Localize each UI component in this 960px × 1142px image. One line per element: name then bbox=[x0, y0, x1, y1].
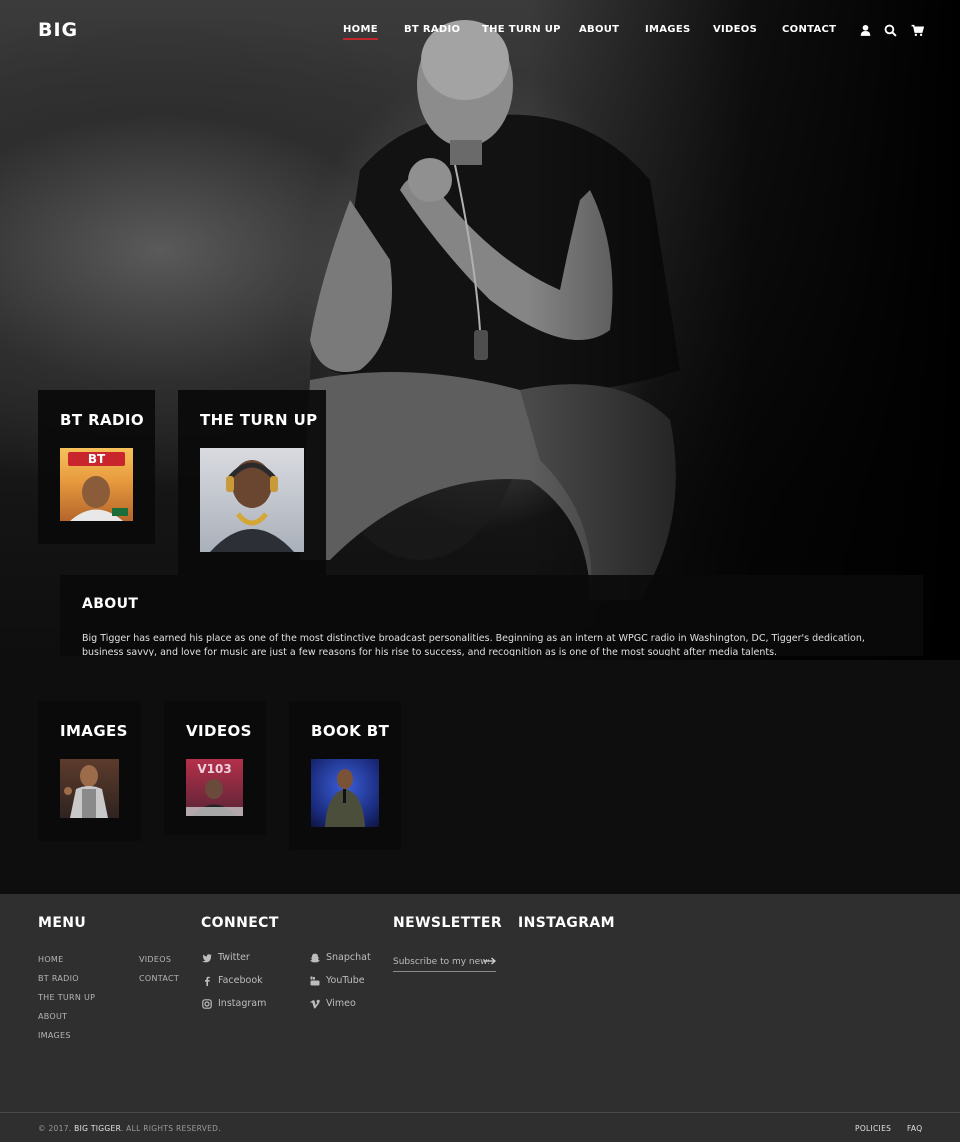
footer-link-home[interactable]: HOME bbox=[38, 955, 63, 964]
book-bt-card[interactable]: BOOK BT bbox=[289, 701, 401, 850]
about-title: ABOUT bbox=[82, 596, 139, 612]
snapchat-icon bbox=[310, 953, 320, 962]
nav-item-contact[interactable]: CONTACT bbox=[782, 24, 836, 35]
nav-item-bt-radio[interactable]: BT RADIO bbox=[404, 24, 460, 35]
hero-banner bbox=[0, 0, 960, 660]
footer-menu-title: MENU bbox=[38, 915, 87, 931]
instagram-link[interactable]: Instagram bbox=[202, 998, 266, 1009]
svg-text:BT: BT bbox=[88, 452, 106, 466]
instagram-icon bbox=[202, 998, 212, 1009]
images-thumbnail[interactable] bbox=[60, 759, 119, 818]
footer-link-about[interactable]: ABOUT bbox=[38, 1012, 67, 1021]
card-title: BT RADIO bbox=[60, 411, 145, 429]
youtube-link[interactable]: YouTube bbox=[310, 975, 365, 986]
footer-instagram-title: INSTAGRAM bbox=[518, 915, 615, 931]
footer: MENU HOME BT RADIO THE TURN UP ABOUT IMA… bbox=[0, 894, 960, 1142]
user-icon[interactable] bbox=[859, 24, 872, 37]
nav-item-videos[interactable]: VIDEOS bbox=[713, 24, 757, 35]
faq-link[interactable]: FAQ bbox=[907, 1124, 922, 1133]
nav-item-about[interactable]: ABOUT bbox=[579, 24, 619, 35]
facebook-icon bbox=[205, 976, 210, 986]
snapchat-link[interactable]: Snapchat bbox=[310, 952, 371, 963]
bt-radio-card[interactable]: BT RADIO BT bbox=[38, 390, 155, 544]
search-icon[interactable] bbox=[884, 24, 897, 37]
vimeo-link[interactable]: Vimeo bbox=[310, 998, 356, 1009]
policies-link[interactable]: POLICIES bbox=[855, 1124, 891, 1133]
nav-item-images[interactable]: IMAGES bbox=[645, 24, 690, 35]
bottom-bar: © 2017. BIG TIGGER. ALL RIGHTS RESERVED.… bbox=[0, 1112, 960, 1142]
copyright-brand[interactable]: BIG TIGGER bbox=[74, 1124, 121, 1133]
copyright-text: © 2017. BIG TIGGER. ALL RIGHTS RESERVED. bbox=[38, 1124, 221, 1133]
footer-connect-title: CONNECT bbox=[201, 915, 279, 931]
the-turn-up-thumbnail[interactable] bbox=[200, 448, 304, 552]
nav-item-the-turn-up[interactable]: THE TURN UP bbox=[482, 24, 561, 35]
facebook-link[interactable]: Facebook bbox=[202, 975, 263, 986]
card-title: VIDEOS bbox=[186, 722, 252, 740]
the-turn-up-card[interactable]: THE TURN UP bbox=[178, 390, 326, 575]
top-nav: BIG HOME BT RADIO THE TURN UP ABOUT IMAG… bbox=[0, 0, 960, 60]
footer-link-contact[interactable]: CONTACT bbox=[139, 974, 179, 983]
about-section: ABOUT Big Tigger has earned his place as… bbox=[60, 575, 923, 656]
youtube-icon bbox=[310, 976, 320, 985]
images-card[interactable]: IMAGES bbox=[38, 701, 141, 841]
card-title: THE TURN UP bbox=[200, 411, 318, 429]
twitter-link[interactable]: Twitter bbox=[202, 952, 250, 963]
cart-icon[interactable] bbox=[911, 24, 924, 37]
card-title: BOOK BT bbox=[311, 722, 390, 740]
newsletter-email-input[interactable] bbox=[393, 957, 489, 967]
card-title: IMAGES bbox=[60, 722, 128, 740]
footer-link-images[interactable]: IMAGES bbox=[38, 1031, 71, 1040]
nav-item-home[interactable]: HOME bbox=[343, 24, 378, 40]
footer-link-bt-radio[interactable]: BT RADIO bbox=[38, 974, 79, 983]
main-menu: HOME BT RADIO THE TURN UP ABOUT IMAGES V… bbox=[0, 24, 960, 44]
about-text: Big Tigger has earned his place as one o… bbox=[82, 633, 865, 656]
footer-link-videos[interactable]: VIDEOS bbox=[139, 955, 171, 964]
bt-radio-thumbnail[interactable]: BT bbox=[60, 448, 133, 521]
vimeo-icon bbox=[310, 999, 320, 1008]
arrow-right-icon[interactable] bbox=[484, 957, 496, 965]
book-bt-thumbnail[interactable] bbox=[311, 759, 379, 827]
newsletter-form bbox=[393, 955, 496, 972]
videos-thumbnail[interactable]: V103 bbox=[186, 759, 243, 816]
svg-text:V103: V103 bbox=[197, 762, 231, 776]
footer-link-the-turn-up[interactable]: THE TURN UP bbox=[38, 993, 95, 1002]
footer-newsletter-title: NEWSLETTER bbox=[393, 915, 503, 931]
videos-card[interactable]: VIDEOS V103 bbox=[164, 701, 266, 835]
twitter-icon bbox=[202, 953, 212, 962]
